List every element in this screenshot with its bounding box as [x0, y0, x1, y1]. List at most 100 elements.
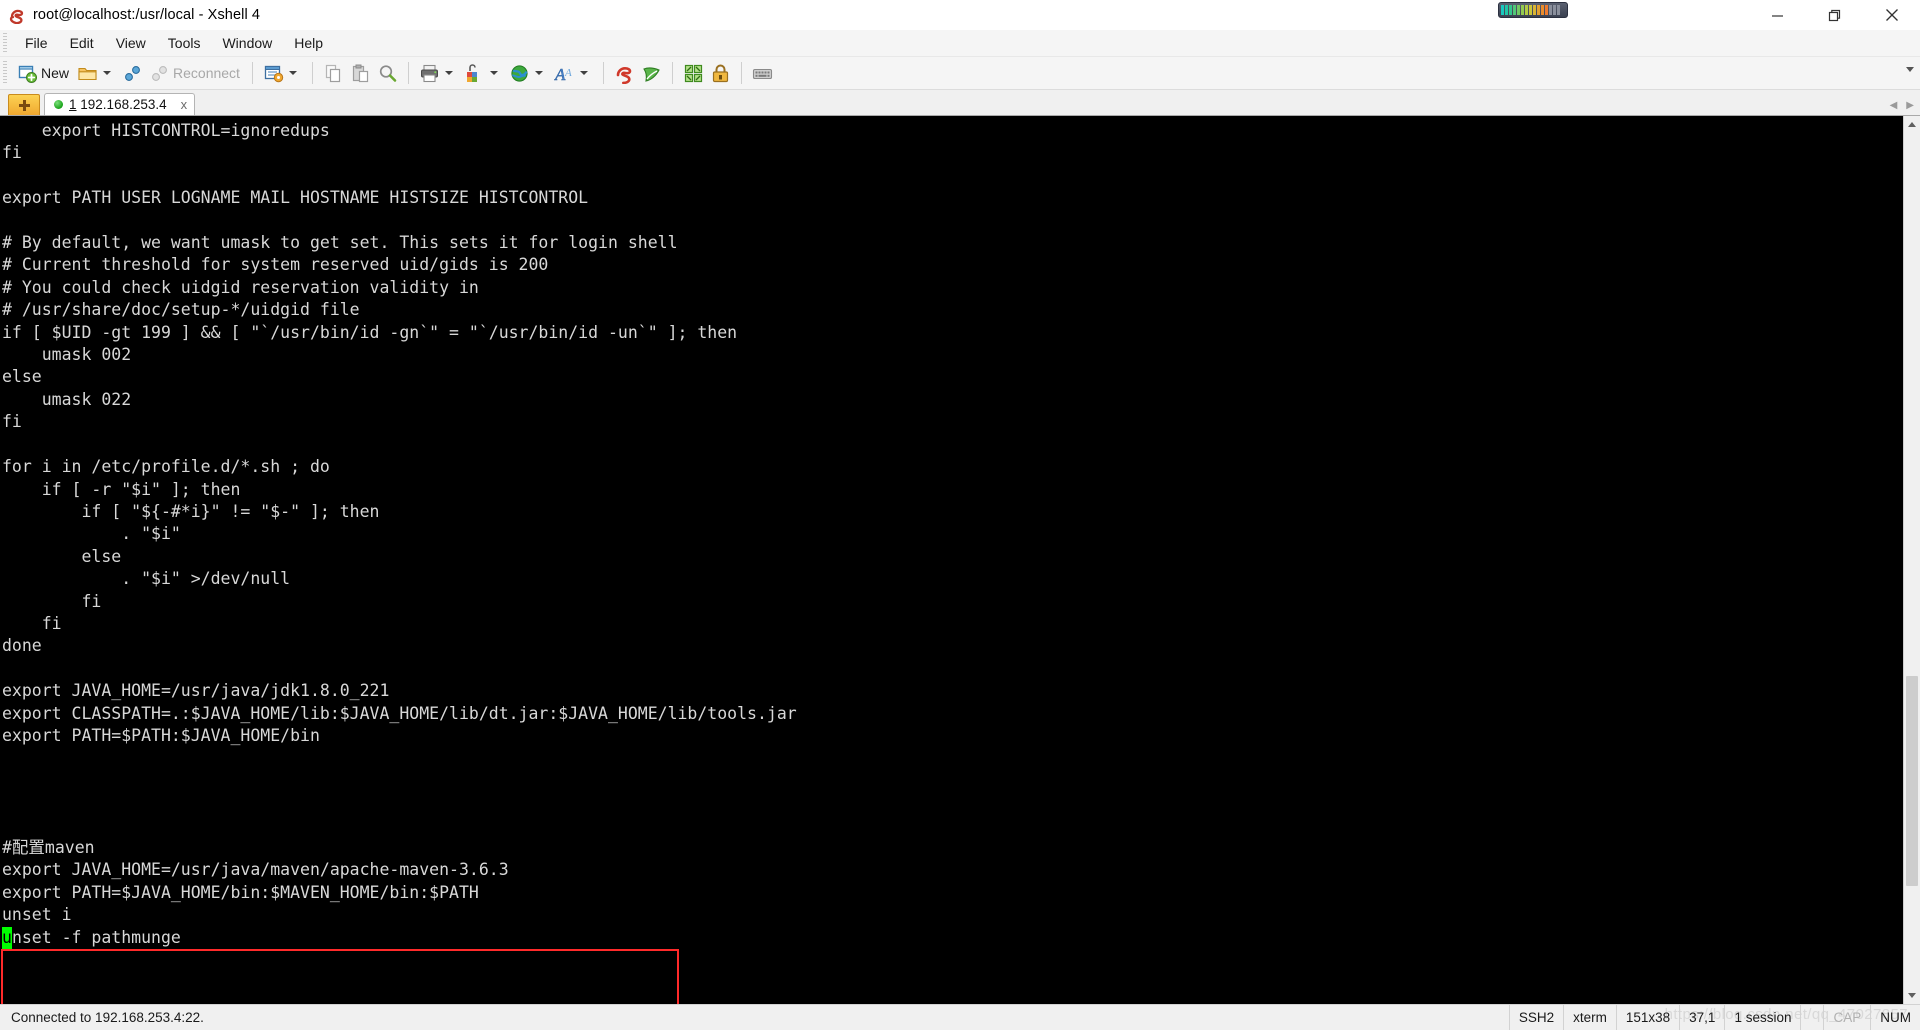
terminal-line: else [2, 546, 122, 566]
globe-icon [509, 63, 530, 84]
terminal-line: # By default, we want umask to get set. … [2, 233, 678, 253]
window-controls [1749, 0, 1920, 30]
scrollbar-thumb[interactable] [1906, 676, 1918, 886]
tab-scroll-right-icon[interactable]: ▶ [1906, 101, 1914, 111]
title-bar: root@localhost:/usr/local - Xshell 4 [0, 0, 1920, 30]
reconnect-plug-icon [149, 63, 170, 84]
status-num-lock: NUM [1870, 1005, 1920, 1030]
color-scheme-caret-icon[interactable] [489, 71, 498, 75]
arrange-windows-button[interactable] [680, 59, 707, 87]
tab-status-dot-icon [54, 100, 63, 109]
font-caret-icon[interactable] [579, 71, 588, 75]
print-icon [419, 63, 440, 84]
font-button[interactable]: A A [551, 59, 596, 87]
menu-tools[interactable]: Tools [157, 33, 212, 53]
maximize-button[interactable] [1806, 0, 1863, 30]
svg-text:A: A [564, 67, 572, 79]
open-session-caret-icon[interactable] [103, 71, 112, 75]
print-button[interactable] [416, 59, 461, 87]
terminal-line: export HISTCONTROL=ignoredups [2, 121, 330, 140]
find-button[interactable] [374, 59, 401, 87]
reconnect-button[interactable]: Reconnect [146, 59, 245, 87]
menu-bar: File Edit View Tools Window Help [0, 30, 1920, 57]
plus-icon [18, 99, 30, 111]
status-bar: Connected to 192.168.253.4:22. https://b… [0, 1004, 1920, 1030]
paste-button[interactable] [347, 59, 374, 87]
scroll-down-arrow-icon[interactable] [1904, 987, 1920, 1004]
toolbar-separator-1 [251, 62, 253, 84]
terminal-line: . "$i" >/dev/null [2, 569, 291, 589]
session-tab-1[interactable]: 1 192.168.253.4 x [44, 93, 196, 115]
find-magnifier-icon [377, 63, 398, 84]
session-manager-icon [263, 63, 284, 84]
terminal-line: else [2, 367, 42, 387]
new-tab-button[interactable] [8, 94, 40, 115]
tab-scroll-left-icon[interactable]: ◀ [1890, 101, 1898, 111]
new-session-icon [17, 63, 38, 84]
status-session-count: 1 session [1724, 1005, 1800, 1030]
maven-config-highlight-box [1, 949, 679, 1004]
minimize-button[interactable] [1749, 0, 1806, 30]
status-cursor-position: 37,1 [1679, 1005, 1724, 1030]
menu-view[interactable]: View [105, 33, 157, 53]
toolbar-separator-6 [740, 62, 742, 84]
open-folder-icon [77, 63, 98, 84]
xshell-window: root@localhost:/usr/local - Xshell 4 Fil… [0, 0, 1920, 1030]
color-scheme-icon [464, 63, 485, 84]
terminal-line: umask 022 [2, 389, 132, 409]
terminal-line: export PATH USER LOGNAME MAIL HOSTNAME H… [2, 188, 589, 208]
status-bar-right: SSH2 xterm 151x38 37,1 1 session CAP NUM [1508, 1005, 1920, 1030]
window-title: root@localhost:/usr/local - Xshell 4 [33, 7, 261, 23]
compose-bar-button[interactable] [749, 59, 776, 87]
title-bar-left: root@localhost:/usr/local - Xshell 4 [0, 7, 260, 24]
connect-button[interactable] [119, 59, 146, 87]
compose-bar-icon [752, 63, 773, 84]
terminal-line: if [ -r "$i" ]; then [2, 479, 241, 499]
xftp-icon [641, 63, 662, 84]
status-spacer [1800, 1005, 1823, 1030]
connect-plug-icon [122, 63, 143, 84]
terminal-output[interactable]: export HISTCONTROL=ignoredups fi export … [0, 116, 1903, 1004]
terminal-line: fi [2, 412, 22, 432]
terminal-area: export HISTCONTROL=ignoredups fi export … [0, 116, 1920, 1004]
status-terminal-type: xterm [1563, 1005, 1616, 1030]
terminal-line: for i in /etc/profile.d/*.sh ; do [2, 457, 330, 477]
xshell-button[interactable] [611, 59, 638, 87]
terminal-text: export HISTCONTROL=ignoredups fi export … [2, 120, 1903, 950]
toolbar-separator-5 [671, 62, 673, 84]
terminal-line: if [ $UID -gt 199 ] && [ "`/usr/bin/id -… [2, 322, 738, 342]
new-session-button[interactable]: New [14, 59, 74, 87]
terminal-line: export JAVA_HOME=/usr/java/jdk1.8.0_221 [2, 681, 390, 701]
toolbar-separator-2 [311, 62, 313, 84]
copy-icon [323, 63, 344, 84]
web-transfer-button[interactable] [506, 59, 551, 87]
color-scheme-button[interactable] [461, 59, 506, 87]
menu-help[interactable]: Help [283, 33, 334, 53]
terminal-scrollbar[interactable] [1903, 116, 1920, 1004]
menu-edit[interactable]: Edit [59, 33, 105, 53]
print-caret-icon[interactable] [444, 71, 453, 75]
tab-label: 1 192.168.253.4 [69, 97, 167, 112]
toolbar-overflow-icon[interactable] [1906, 67, 1914, 72]
session-manager-button[interactable] [260, 59, 305, 87]
open-session-button[interactable] [74, 59, 119, 87]
copy-button[interactable] [320, 59, 347, 87]
terminal-line: fi [2, 143, 22, 163]
menu-window[interactable]: Window [211, 33, 283, 53]
session-manager-caret-icon[interactable] [288, 71, 297, 75]
web-transfer-caret-icon[interactable] [534, 71, 543, 75]
activity-indicator [1498, 2, 1568, 18]
toolbar: New Reconnect A A [0, 57, 1920, 90]
tab-host: 192.168.253.4 [80, 97, 167, 112]
arrange-windows-icon [683, 63, 704, 84]
lock-button[interactable] [707, 59, 734, 87]
tab-close-icon[interactable]: x [181, 98, 188, 111]
menu-file[interactable]: File [14, 33, 59, 53]
terminal-line: fi [2, 591, 102, 611]
scroll-up-arrow-icon[interactable] [1904, 116, 1920, 133]
close-button[interactable] [1863, 0, 1920, 30]
font-icon: A A [554, 63, 575, 84]
xftp-button[interactable] [638, 59, 665, 87]
terminal-line: . "$i" [2, 524, 181, 544]
terminal-line: unset i [2, 905, 72, 925]
